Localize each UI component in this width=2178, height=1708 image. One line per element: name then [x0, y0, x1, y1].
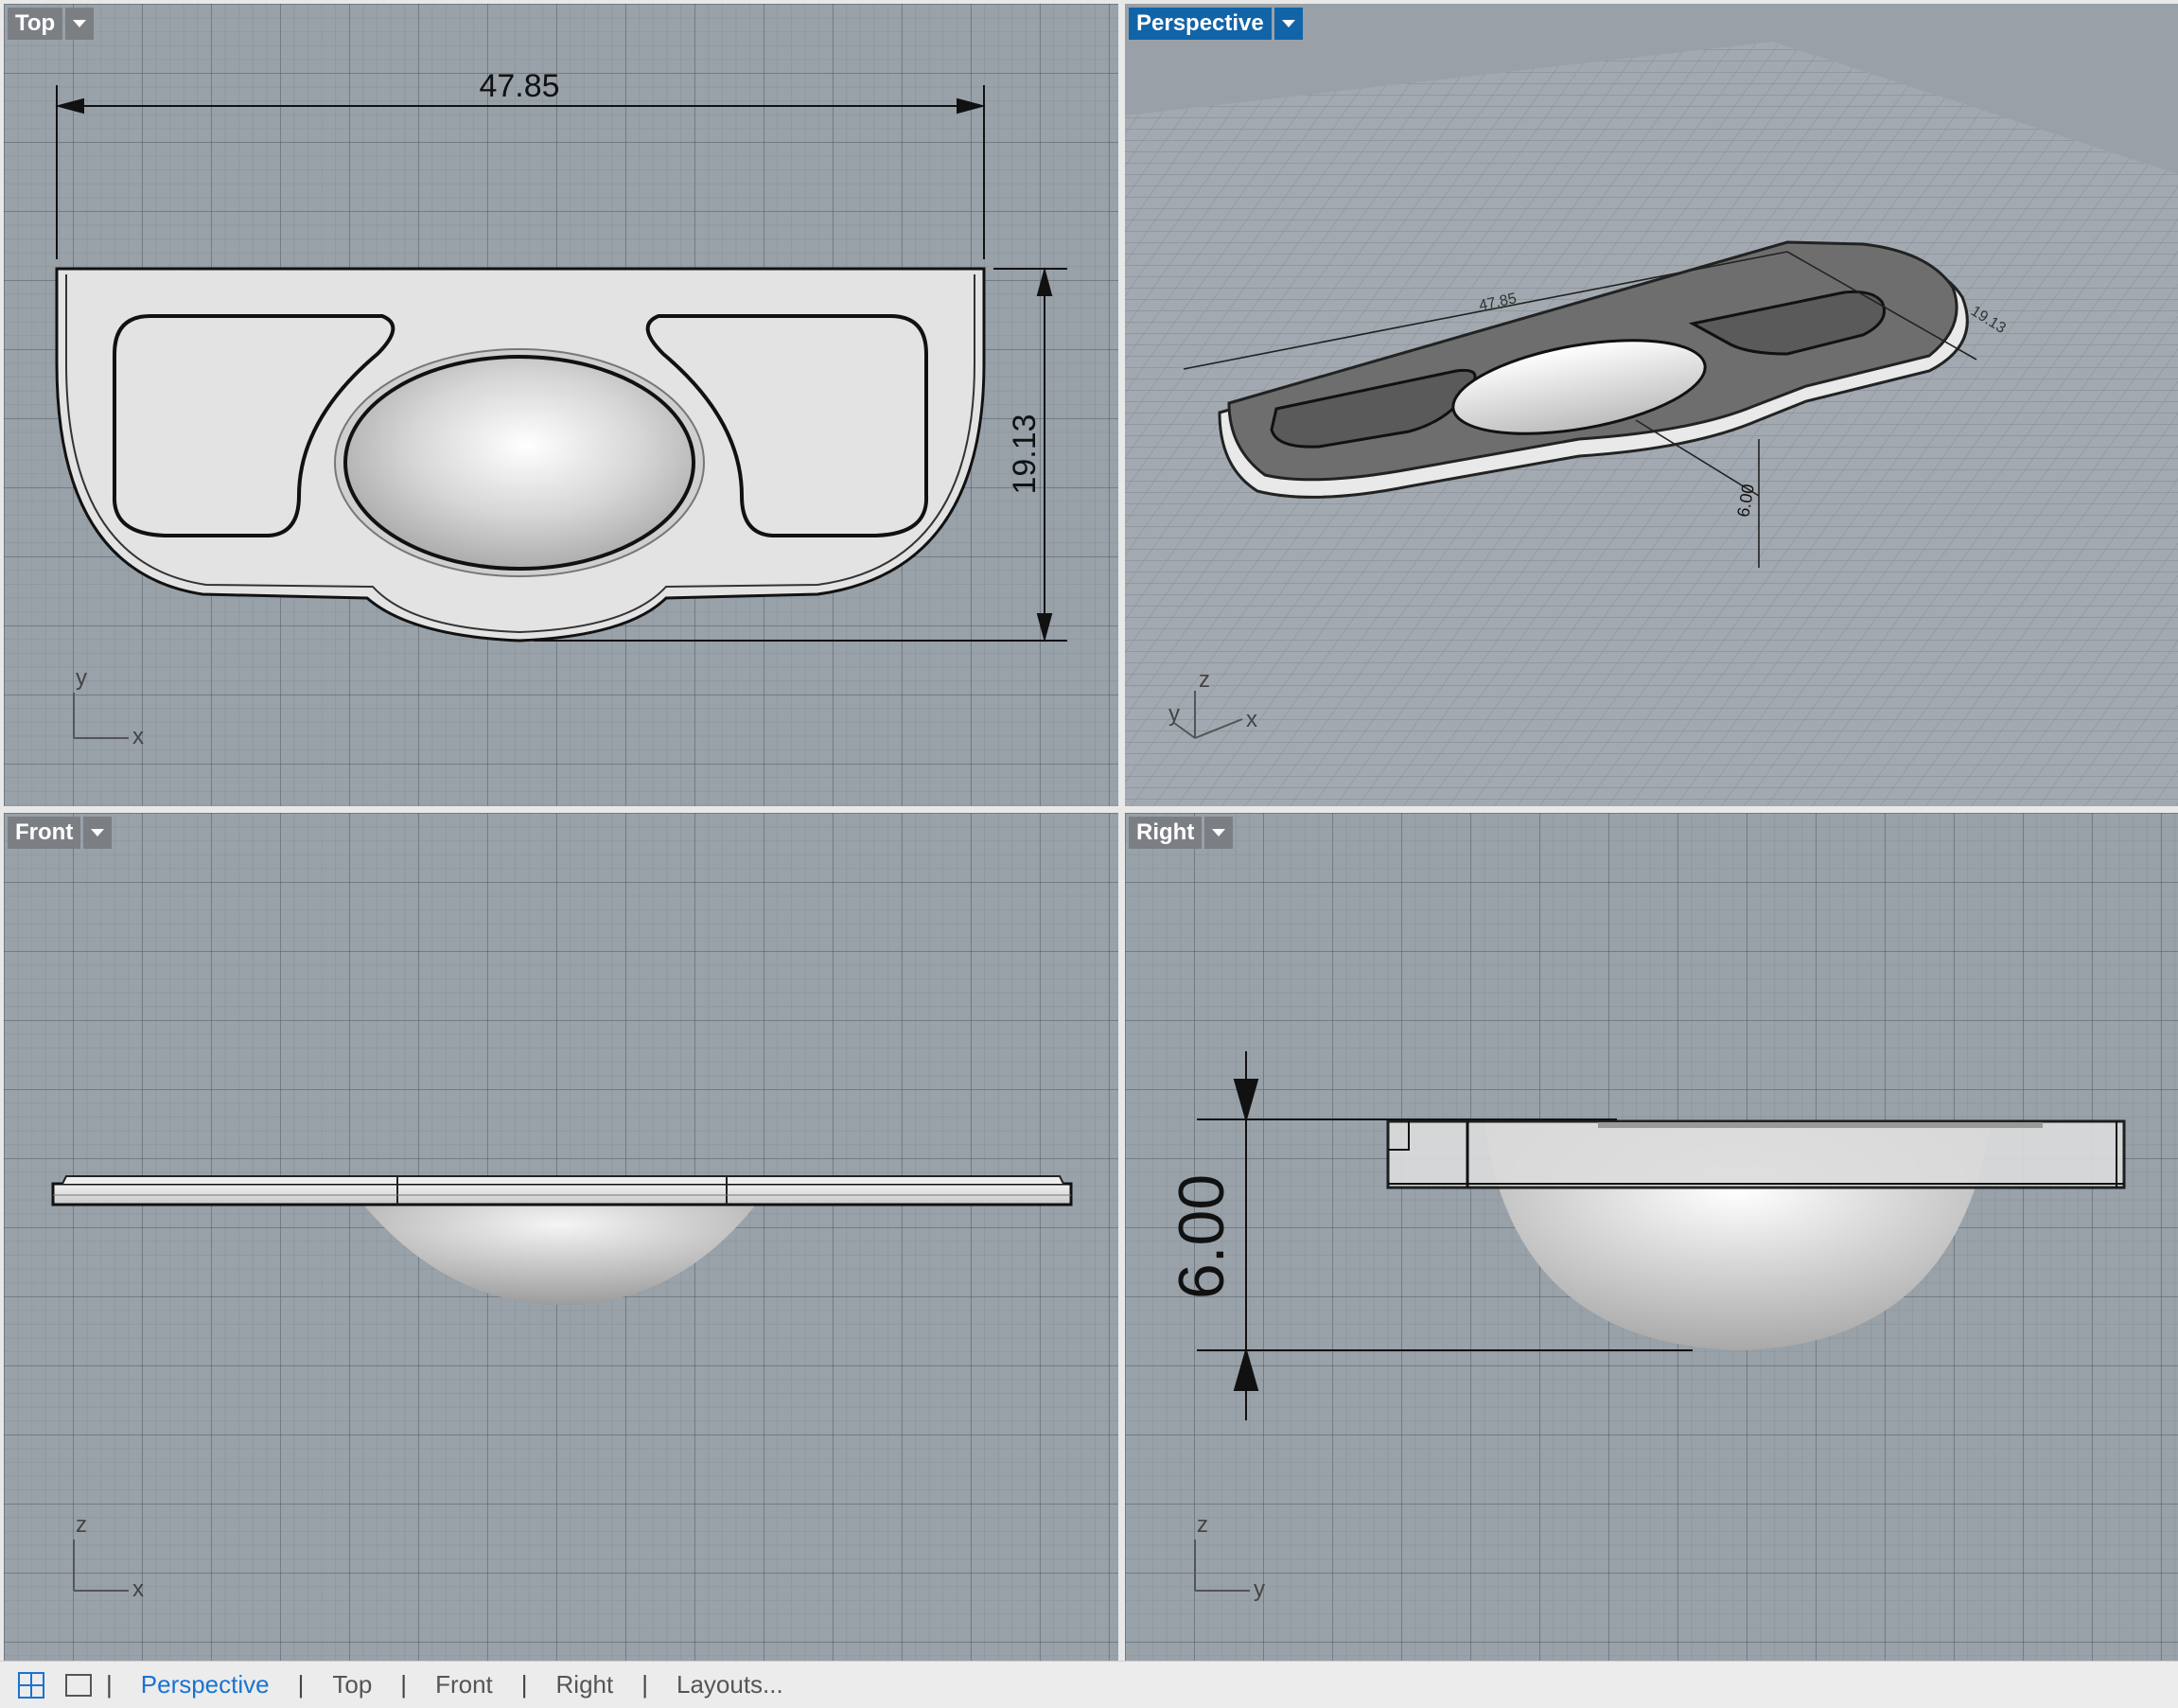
viewport-tabs-bar: | Perspective | Top | Front | Right | La… — [0, 1661, 2178, 1708]
axis-widget — [73, 1540, 129, 1592]
tab-top[interactable]: Top — [315, 1670, 389, 1699]
front-viewport-title[interactable]: Front — [8, 817, 113, 849]
slab-right — [1386, 1119, 2126, 1189]
width-dimension-label: 47.85 — [479, 68, 559, 104]
tab-separator: | — [520, 1670, 528, 1699]
top-viewport-title[interactable]: Top — [8, 8, 95, 40]
depth-dimension-label: 6.00 — [1166, 1174, 1238, 1299]
axis-z-label: z — [1199, 667, 1210, 693]
bowl-front — [363, 1205, 756, 1305]
height-dimension-label: 19.13 — [1007, 414, 1043, 494]
tab-separator: | — [641, 1670, 648, 1699]
bowl — [343, 355, 695, 571]
tab-separator: | — [106, 1670, 113, 1699]
axis-y-label: y — [1168, 701, 1180, 727]
right-viewport-title[interactable]: Right — [1129, 817, 1234, 849]
tab-layouts[interactable]: Layouts... — [659, 1670, 800, 1699]
width-dimension — [55, 85, 986, 259]
four-viewports-icon[interactable] — [15, 1669, 47, 1701]
tab-perspective[interactable]: Perspective — [124, 1670, 287, 1699]
axis-z-label: z — [1197, 1512, 1208, 1538]
viewport-title-label[interactable]: Top — [8, 8, 63, 40]
front-view-drawing: x z — [51, 1175, 1073, 1602]
axis-widget — [73, 693, 129, 739]
top-viewport[interactable]: Top 47.85 19.13 x y — [4, 4, 1118, 806]
slab-front — [51, 1182, 1073, 1206]
tab-separator: | — [400, 1670, 408, 1699]
axis-z-label: z — [76, 1512, 87, 1538]
single-viewport-icon[interactable] — [62, 1669, 95, 1701]
axis-x-label: x — [132, 724, 144, 749]
axis-widget — [1194, 1540, 1250, 1592]
viewport-menu-dropdown-icon[interactable] — [1273, 8, 1303, 40]
tab-right[interactable]: Right — [539, 1670, 631, 1699]
viewport-menu-dropdown-icon[interactable] — [83, 817, 113, 849]
tab-separator: | — [297, 1670, 305, 1699]
right-view-drawing: 6.00 y z — [1166, 1051, 2126, 1602]
axis-y-label: y — [1254, 1576, 1265, 1602]
axis-y-label: y — [76, 665, 87, 691]
axis-x-label: x — [1246, 707, 1257, 732]
viewport-title-label[interactable]: Front — [8, 817, 81, 849]
viewport-title-label[interactable]: Right — [1129, 817, 1203, 849]
perspective-viewport-title[interactable]: Perspective — [1129, 8, 1303, 40]
front-viewport[interactable]: Front x z — [4, 813, 1118, 1661]
viewport-menu-dropdown-icon[interactable] — [1204, 817, 1234, 849]
axis-x-label: x — [132, 1576, 144, 1602]
top-view-drawing: 47.85 19.13 x y — [55, 68, 1067, 749]
perspective-drawing: 47.85 19.13 6.00 z x y — [1125, 42, 2178, 806]
viewport-menu-dropdown-icon[interactable] — [65, 8, 95, 40]
perspective-viewport[interactable]: Perspective 47.85 19.13 6.00 z x y — [1125, 4, 2178, 806]
right-viewport[interactable]: Right 6.00 y z — [1125, 813, 2178, 1661]
viewport-title-label[interactable]: Perspective — [1129, 8, 1272, 40]
tab-front[interactable]: Front — [418, 1670, 510, 1699]
